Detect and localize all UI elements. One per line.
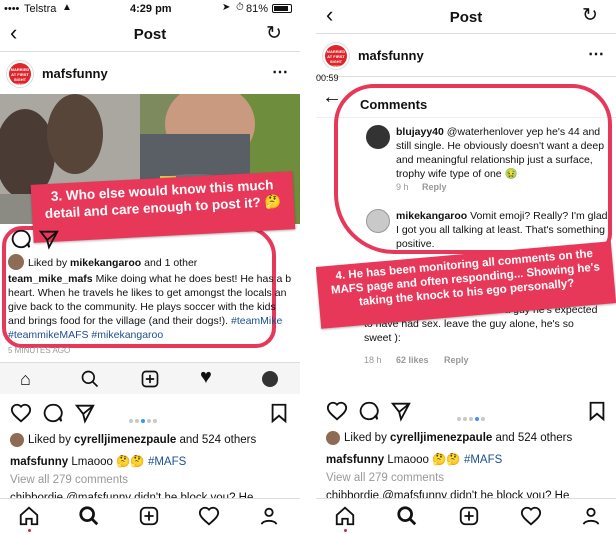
heart-filled-icon[interactable]: ♥ [200,366,212,389]
signal-dots-icon: •••• [4,3,20,15]
page-title: Post [133,26,167,43]
page-title: Post [449,9,483,26]
liked-by-prefix: Liked by [28,257,71,269]
new-post-icon[interactable] [458,505,480,527]
feed-caption: mafsfunny Lmaooo 🤔🤔 #MAFS [326,452,502,466]
feed-caption-hashtag[interactable]: #MAFS [464,454,502,466]
comment-likes[interactable]: 62 likes [396,355,429,365]
account-avatar[interactable]: MARRIED AT FIRST SIGHT FUNNY [322,42,350,70]
carousel-dots [456,408,486,426]
logo-text: MARRIED AT FIRST SIGHT FUNNY [9,63,31,87]
home-icon[interactable] [18,505,40,527]
liked-by-user[interactable]: mikekangaroo [70,257,141,269]
caption-username[interactable]: team_mike_mafs [8,273,93,285]
annotation-ring-4 [334,84,612,254]
new-post-icon[interactable] [138,505,160,527]
logo-text: MARRIED AT FIRST SIGHT FUNNY [325,45,347,69]
post-caption: team_mike_mafs Mike doing what he does b… [8,272,294,344]
share-icon[interactable] [38,228,60,250]
reply-link[interactable]: Reply [444,355,469,365]
feed-liked-user[interactable]: cyrelljimenezpaule [74,434,176,446]
post-username[interactable]: mafsfunny [42,66,108,81]
more-options-icon[interactable]: ⋯ [272,62,289,82]
feed-liked-suffix: and 524 others [176,434,257,446]
nav-divider [316,33,616,34]
view-all-comments[interactable]: View all 279 comments [326,472,444,484]
share-icon[interactable] [390,400,412,422]
feed-liked-by: Liked by cyrelljimenezpaule and 524 othe… [10,433,300,447]
feed-liked-suffix: and 524 others [492,432,573,444]
feed-liked-prefix: Liked by [344,432,391,444]
liker-avatar[interactable] [10,433,24,447]
view-all-comments[interactable]: View all 279 comments [10,474,128,486]
liker-avatar[interactable] [8,254,24,270]
feed-actions [0,402,300,424]
bottom-tab-bar [316,498,616,534]
nav-divider [0,51,300,52]
nav-bar: ‹ Post ↻ [316,2,616,34]
post-time: 5 MINUTES AGO [8,346,71,355]
location-icon: ➤ [222,2,231,13]
post-header: MARRIED AT FIRST SIGHT FUNNY mafsfunny ⋯ [316,36,616,76]
comment-time: 18 h [364,355,382,365]
refresh-icon[interactable]: ↻ [582,4,598,27]
home-icon[interactable]: ⌂ [20,369,31,390]
bookmark-icon[interactable] [268,402,290,424]
liked-by-suffix: and 1 other [141,257,198,269]
like-icon[interactable] [10,402,32,424]
inner-tab-bar: ⌂ ♥ [0,362,300,394]
clock: 4:29 pm [130,3,172,15]
feed-liked-by: Liked by cyrelljimenezpaule and 524 othe… [326,431,616,445]
feed-caption-hashtag[interactable]: #MAFS [148,456,186,468]
profile-icon[interactable] [580,505,602,527]
post-username[interactable]: mafsfunny [358,48,424,63]
activity-heart-icon[interactable] [520,505,542,527]
like-icon[interactable] [326,400,348,422]
left-screenshot: •••• Telstra ▲ 4:29 pm ➤ ⏱ 81% ‹ Post ↻ … [0,0,300,534]
post-header: MARRIED AT FIRST SIGHT FUNNY mafsfunny ⋯ [0,54,300,94]
bottom-tab-bar [0,498,300,534]
feed-caption-text: Lmaooo 🤔🤔 [384,454,464,466]
right-screenshot: ‹ Post ↻ MARRIED AT FIRST SIGHT FUNNY ma… [316,0,616,534]
home-icon[interactable] [334,505,356,527]
liked-by-line: Liked by mikekangaroo and 1 other [8,254,298,270]
feed-caption-user[interactable]: mafsfunny [10,456,68,468]
wifi-icon: ▲ [62,2,72,13]
search-icon[interactable] [78,505,100,527]
nav-bar: ‹ Post ↻ [0,20,300,50]
obscured-time: 00:59 [316,73,339,83]
share-icon[interactable] [74,402,96,424]
battery-percent: 81% [246,3,269,15]
comment-icon[interactable] [42,402,64,424]
refresh-icon[interactable]: ↻ [266,22,282,45]
feed-caption: mafsfunny Lmaooo 🤔🤔 #MAFS [10,454,186,468]
comment-icon[interactable] [10,228,32,250]
notification-dot [28,529,31,532]
notification-dot [344,529,347,532]
feed-caption-user[interactable]: mafsfunny [326,454,384,466]
feed-caption-text: Lmaooo 🤔🤔 [68,456,148,468]
new-post-icon[interactable] [140,369,160,389]
search-icon[interactable] [396,505,418,527]
more-options-icon[interactable]: ⋯ [588,44,605,64]
feed-actions [316,400,616,422]
feed-liked-prefix: Liked by [28,434,75,446]
carrier-label: Telstra [24,3,57,15]
activity-heart-icon[interactable] [198,505,220,527]
profile-icon[interactable] [258,505,280,527]
search-icon[interactable] [80,369,100,389]
feed-liked-user[interactable]: cyrelljimenezpaule [390,432,492,444]
alarm-icon: ⏱ [236,2,244,13]
post-actions [0,228,300,250]
profile-avatar-icon[interactable] [262,371,278,387]
account-avatar[interactable]: MARRIED AT FIRST SIGHT FUNNY [6,60,34,88]
battery-icon [272,4,292,13]
bookmark-icon[interactable] [586,400,608,422]
liker-avatar[interactable] [326,431,340,445]
next-comment-peek: chibbordie @mafsfunny didn't he block yo… [326,490,570,498]
carousel-dots [128,410,158,428]
status-bar: •••• Telstra ▲ 4:29 pm ➤ ⏱ 81% [0,0,300,18]
comment-icon[interactable] [358,400,380,422]
